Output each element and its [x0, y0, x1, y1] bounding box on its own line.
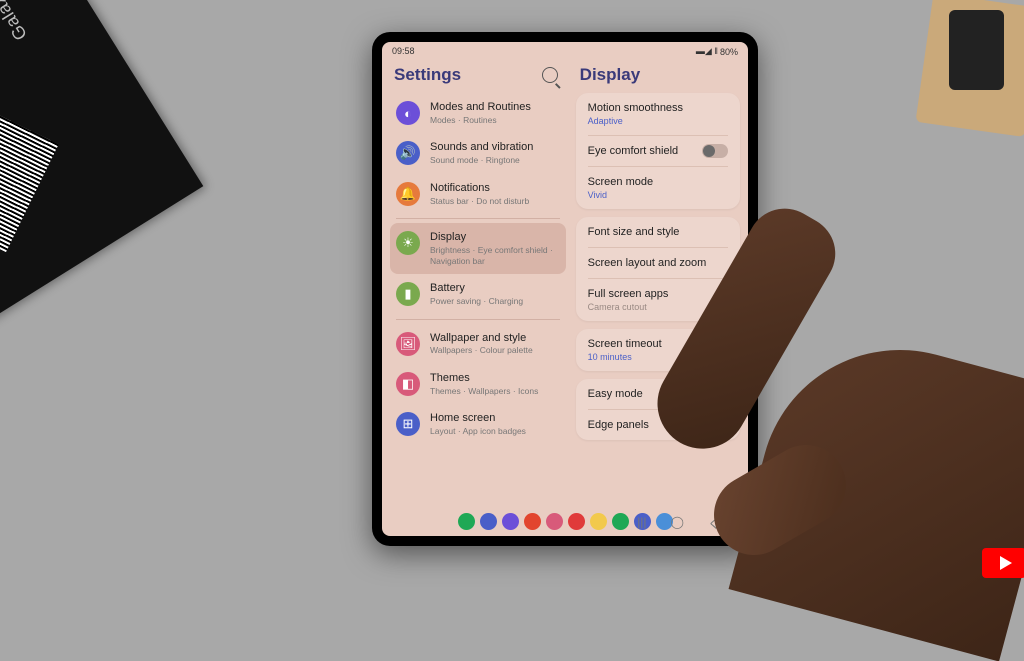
settings-item-subtitle: Layout · App icon badges [430, 426, 526, 437]
setting-row-value: 10 minutes [588, 352, 728, 362]
settings-item-themes[interactable]: ◧ ThemesThemes · Wallpapers · Icons [390, 364, 566, 404]
toggle-switch[interactable] [702, 418, 728, 432]
settings-item-title: Themes [430, 372, 538, 386]
settings-item-title: Display [430, 231, 560, 245]
setting-row-easy-mode[interactable]: Easy mode [576, 379, 740, 409]
dock-app-icon[interactable] [590, 513, 607, 530]
barcode [0, 114, 59, 253]
desk-object-dark [949, 10, 1004, 90]
setting-row-title: Screen mode [588, 176, 728, 188]
settings-item-icon: 🖼 [396, 332, 420, 356]
dock-app-icon[interactable] [524, 513, 541, 530]
settings-item-title: Notifications [430, 182, 529, 196]
status-icons: ▬◢ ‖ [696, 46, 718, 57]
setting-row-title: Screen layout and zoom [588, 257, 728, 269]
setting-row-value: Vivid [588, 190, 728, 200]
settings-item-display[interactable]: ☀ DisplayBrightness · Eye comfort shield … [390, 223, 566, 274]
setting-row-title: Screen timeout [588, 338, 728, 350]
setting-row-edge-panels[interactable]: Edge panels [576, 410, 740, 440]
settings-item-subtitle: Power saving · Charging [430, 296, 523, 307]
settings-card: Font size and style Screen layout and zoo… [576, 217, 740, 321]
settings-title: Settings [394, 65, 461, 85]
settings-item-modes-and-routines[interactable]: ◐ Modes and RoutinesModes · Routines [390, 93, 566, 133]
nav-bar[interactable]: ||| ◯ く [637, 515, 720, 532]
settings-item-title: Battery [430, 282, 523, 296]
status-bar: 09:58 ▬◢ ‖ 80% [382, 42, 748, 61]
setting-row-screen-layout-and-zoom[interactable]: Screen layout and zoom [576, 248, 740, 278]
nav-home-icon[interactable]: ◯ [671, 515, 684, 532]
setting-row-title: Motion smoothness [588, 102, 728, 114]
device-frame: 09:58 ▬◢ ‖ 80% Settings ◐ Modes and Routi… [372, 32, 758, 546]
settings-item-battery[interactable]: ▮ BatteryPower saving · Charging [390, 274, 566, 314]
dock-app-icon[interactable] [568, 513, 585, 530]
settings-item-icon: ◐ [396, 101, 420, 125]
dock-app-icon[interactable] [546, 513, 563, 530]
nav-recents-icon[interactable]: ||| [637, 515, 646, 532]
settings-item-icon: ◧ [396, 372, 420, 396]
settings-item-subtitle: Status bar · Do not disturb [430, 196, 529, 207]
dock-app-icon[interactable] [480, 513, 497, 530]
toggle-switch[interactable] [702, 144, 728, 158]
settings-list[interactable]: Settings ◐ Modes and RoutinesModes · Rout… [382, 61, 572, 509]
dock-app-icon[interactable] [502, 513, 519, 530]
settings-card: Easy mode Edge panels [576, 379, 740, 440]
settings-card: Screen timeout 10 minutes [576, 329, 740, 371]
dock-app-icon[interactable] [612, 513, 629, 530]
setting-row-motion-smoothness[interactable]: Motion smoothness Adaptive [576, 93, 740, 135]
screen: 09:58 ▬◢ ‖ 80% Settings ◐ Modes and Routi… [382, 42, 748, 536]
setting-row-title: Font size and style [588, 226, 728, 238]
search-icon[interactable] [542, 67, 558, 83]
settings-item-icon: ☀ [396, 231, 420, 255]
youtube-logo-icon [982, 548, 1024, 578]
nav-back-icon[interactable]: く [708, 515, 720, 532]
setting-row-title: Easy mode [588, 388, 728, 400]
display-title: Display [580, 65, 732, 85]
status-time: 09:58 [392, 46, 415, 57]
setting-row-desc: Camera cutout [588, 302, 728, 312]
settings-item-title: Wallpaper and style [430, 332, 533, 346]
settings-item-notifications[interactable]: 🔔 NotificationsStatus bar · Do not distur… [390, 174, 566, 214]
dock-app-icon[interactable] [458, 513, 475, 530]
settings-item-icon: 🔔 [396, 182, 420, 206]
setting-row-eye-comfort-shield[interactable]: Eye comfort shield [576, 136, 740, 166]
status-battery: 80% [720, 47, 738, 57]
settings-item-title: Home screen [430, 412, 526, 426]
settings-item-subtitle: Brightness · Eye comfort shield · Naviga… [430, 245, 560, 266]
settings-item-subtitle: Wallpapers · Colour palette [430, 345, 533, 356]
setting-row-screen-timeout[interactable]: Screen timeout 10 minutes [576, 329, 740, 371]
settings-item-title: Modes and Routines [430, 101, 531, 115]
settings-item-subtitle: Sound mode · Ringtone [430, 155, 533, 166]
settings-item-icon: 🔊 [396, 141, 420, 165]
settings-item-home-screen[interactable]: ⊞ Home screenLayout · App icon badges [390, 404, 566, 444]
setting-row-screen-mode[interactable]: Screen mode Vivid [576, 167, 740, 209]
setting-row-value: Adaptive [588, 116, 728, 126]
settings-item-icon: ⊞ [396, 412, 420, 436]
settings-item-sounds-and-vibration[interactable]: 🔊 Sounds and vibrationSound mode · Ringto… [390, 133, 566, 173]
settings-item-subtitle: Themes · Wallpapers · Icons [430, 386, 538, 397]
setting-row-font-size-and-style[interactable]: Font size and style [576, 217, 740, 247]
product-box [0, 0, 203, 340]
settings-item-wallpaper-and-style[interactable]: 🖼 Wallpaper and styleWallpapers · Colour … [390, 324, 566, 364]
settings-card: Motion smoothness Adaptive Eye comfort shi… [576, 93, 740, 209]
settings-item-subtitle: Modes · Routines [430, 115, 531, 126]
display-settings[interactable]: Display Motion smoothness Adaptive Eye com… [572, 61, 748, 509]
setting-row-title: Full screen apps [588, 288, 728, 300]
settings-item-icon: ▮ [396, 282, 420, 306]
setting-row-full-screen-apps[interactable]: Full screen apps Camera cutout [576, 279, 740, 321]
settings-item-title: Sounds and vibration [430, 141, 533, 155]
